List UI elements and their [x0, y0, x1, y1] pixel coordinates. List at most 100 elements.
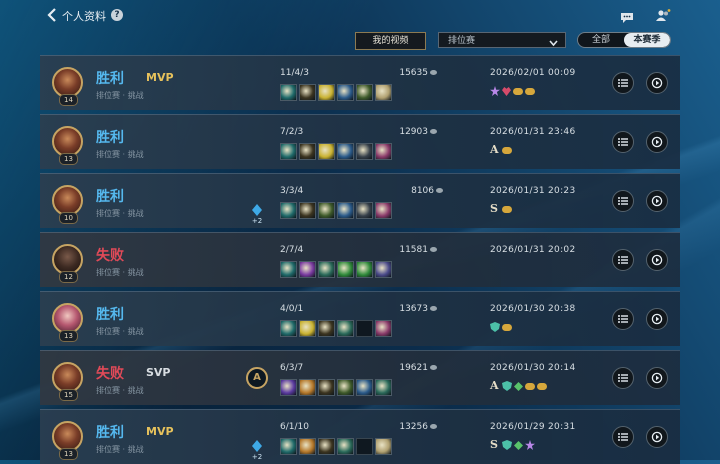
item-icon: [280, 379, 297, 396]
page-title: 个人资料: [62, 10, 106, 23]
crystal-icon: [252, 440, 262, 452]
queue-select-value: 排位赛: [448, 36, 476, 46]
performance-badge: MVP: [146, 71, 174, 84]
gold-icon: [430, 129, 437, 134]
item-icon: [280, 84, 297, 101]
match-mode: 排位赛 · 挑战: [96, 209, 144, 218]
item-icon: [280, 438, 297, 455]
replay-button[interactable]: [646, 190, 668, 212]
coin-honor-icon: [513, 88, 523, 95]
item-icon: [280, 202, 297, 219]
coin-honor-icon: [537, 383, 547, 390]
shield-honor-icon: [502, 381, 512, 391]
item-icon: [375, 202, 392, 219]
grade-badge: S: [490, 438, 498, 451]
item-icon: [299, 84, 316, 101]
match-details-button[interactable]: [612, 190, 634, 212]
item-icon: [375, 438, 392, 455]
list-icon: [618, 433, 628, 441]
item-icon: [299, 143, 316, 160]
coin-honor-icon: [525, 383, 535, 390]
coin-honor-icon: [502, 147, 512, 154]
replay-button[interactable]: [646, 131, 668, 153]
replay-icon: [651, 136, 663, 148]
item-icon: [337, 84, 354, 101]
item-icon: [337, 261, 354, 278]
season-toggle: 全部 本赛季: [577, 32, 671, 48]
tab-this-season[interactable]: 本赛季: [624, 33, 670, 47]
match-result: 胜利: [96, 71, 124, 87]
match-mode: 排位赛 · 挑战: [96, 386, 144, 395]
item-icon: [318, 84, 335, 101]
match-details-button[interactable]: [612, 249, 634, 271]
gold-value: 15635: [399, 68, 428, 78]
item-icon: [280, 261, 297, 278]
gold-icon: [430, 306, 437, 311]
performance-badge: MVP: [146, 425, 174, 438]
shield-honor-icon: [502, 440, 512, 450]
gold-icon: [430, 424, 437, 429]
replay-button[interactable]: [646, 426, 668, 448]
shield-honor-icon: [490, 322, 500, 332]
item-icon: [375, 261, 392, 278]
match-details-button[interactable]: [612, 426, 634, 448]
match-row[interactable]: 15 失败 排位赛 · 挑战 SVP A 6/3/7 19621 2026/01/30 20:…: [40, 350, 680, 405]
item-icon: [318, 261, 335, 278]
item-icon: [299, 438, 316, 455]
champion-level: 14: [59, 94, 78, 106]
back-arrow-icon[interactable]: [46, 8, 58, 22]
replay-button[interactable]: [646, 72, 668, 94]
tab-all[interactable]: 全部: [578, 33, 624, 47]
grade-badge: A: [490, 379, 499, 392]
friends-icon[interactable]: [655, 8, 671, 22]
match-date: 2026/01/30 20:14: [490, 363, 576, 373]
match-result: 失败: [96, 366, 124, 382]
match-date: 2026/01/30 20:38: [490, 304, 576, 314]
list-icon: [618, 374, 628, 382]
item-icon: [318, 202, 335, 219]
kda-stat: 7/2/3: [280, 127, 304, 137]
list-icon: [618, 315, 628, 323]
match-row[interactable]: 13 胜利 排位赛 · 挑战 MVP +2 6/1/10 13256 2026/01/29 2…: [40, 409, 680, 464]
chevron-down-icon: [549, 37, 558, 53]
match-details-button[interactable]: [612, 131, 634, 153]
champion-level: 13: [59, 330, 78, 342]
gold-icon: [430, 70, 437, 75]
kda-stat: 2/7/4: [280, 245, 304, 255]
champion-level: 13: [59, 448, 78, 460]
match-mode: 排位赛 · 挑战: [96, 150, 144, 159]
replay-button[interactable]: [646, 249, 668, 271]
list-icon: [618, 197, 628, 205]
match-details-button[interactable]: [612, 367, 634, 389]
gold-stat: 11581: [367, 245, 437, 255]
gold-icon: [430, 247, 437, 252]
match-details-button[interactable]: [612, 308, 634, 330]
match-row[interactable]: 14 胜利 排位赛 · 挑战 MVP 11/4/3 15635 2026/02/01 00:…: [40, 55, 680, 110]
queue-select[interactable]: 排位赛: [438, 32, 566, 48]
match-mode: 排位赛 · 挑战: [96, 268, 144, 277]
match-date: 2026/01/29 20:31: [490, 422, 576, 432]
gold-value: 13673: [399, 304, 428, 314]
star-honor-icon: [490, 86, 500, 96]
kda-stat: 6/1/10: [280, 422, 309, 432]
replay-button[interactable]: [646, 367, 668, 389]
replay-button[interactable]: [646, 308, 668, 330]
gold-stat: 13673: [367, 304, 437, 314]
kda-stat: 6/3/7: [280, 363, 304, 373]
replay-icon: [651, 77, 663, 89]
match-mode: 排位赛 · 挑战: [96, 327, 144, 336]
help-icon[interactable]: ?: [111, 9, 123, 21]
item-icon: [299, 379, 316, 396]
chat-icon[interactable]: [620, 9, 634, 23]
match-row[interactable]: 10 胜利 排位赛 · 挑战 +2 3/3/4 8106 2026/01/31 20:23 S: [40, 173, 680, 228]
crystal-icon: [252, 204, 262, 216]
item-icon: [337, 320, 354, 337]
my-videos-button[interactable]: 我的视频: [355, 32, 426, 50]
match-row[interactable]: 13 胜利 排位赛 · 挑战 7/2/3 12903 2026/01/31 23:46 A: [40, 114, 680, 169]
match-row[interactable]: 12 失败 排位赛 · 挑战 2/7/4 11581 2026/01/31 20:02: [40, 232, 680, 287]
match-details-button[interactable]: [612, 72, 634, 94]
kda-stat: 11/4/3: [280, 68, 309, 78]
match-row[interactable]: 13 胜利 排位赛 · 挑战 4/0/1 13673 2026/01/30 20:38: [40, 291, 680, 346]
rank-emblem-icon: A: [246, 367, 268, 389]
kda-stat: 3/3/4: [280, 186, 304, 196]
